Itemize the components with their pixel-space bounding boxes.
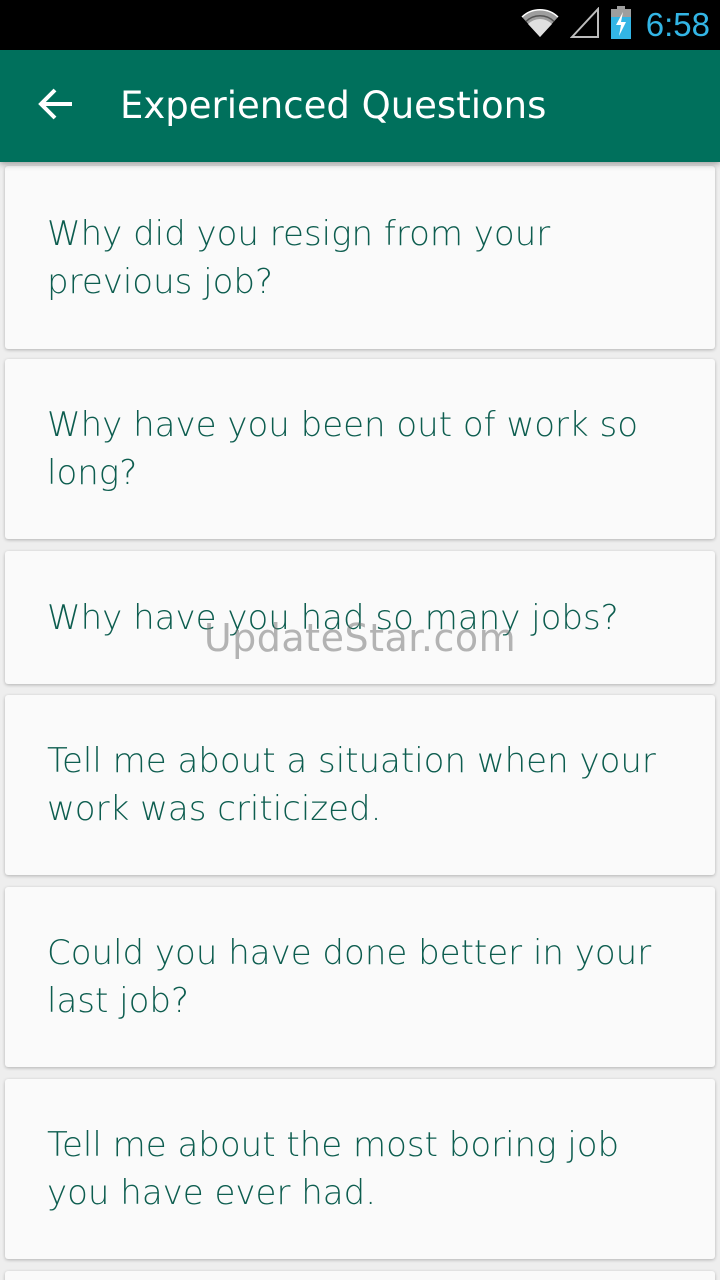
question-text: Why have you been out of work so long?	[47, 405, 639, 493]
question-card[interactable]: Why have you had so many jobs?	[5, 551, 715, 684]
question-card[interactable]: Tell me about the most boring job you ha…	[5, 1079, 715, 1259]
arrow-back-icon	[38, 86, 74, 126]
question-text: Tell me about the most boring job you ha…	[47, 1125, 620, 1213]
question-list: Why did you resign from your previous jo…	[0, 162, 720, 1280]
question-text: Tell me about a situation when your work…	[47, 741, 656, 829]
page-title: Experienced Questions	[120, 84, 547, 127]
question-text: Could you have done better in your last …	[47, 933, 652, 1021]
question-card[interactable]: Why have you been out of work so long?	[5, 359, 715, 539]
app-bar: Experienced Questions	[0, 50, 720, 162]
question-text: Why have you had so many jobs?	[47, 597, 619, 638]
question-card[interactable]: Tell me about a situation when your work…	[5, 695, 715, 875]
status-icons: 6:58	[520, 0, 710, 50]
cell-signal-icon	[569, 6, 600, 43]
status-time: 6:58	[645, 6, 710, 43]
question-text: Why did you resign from your previous jo…	[47, 213, 551, 302]
status-bar: 6:58	[0, 0, 720, 50]
back-button[interactable]	[24, 74, 88, 138]
question-card[interactable]: Why did you resign from your previous jo…	[5, 166, 715, 349]
battery-charging-icon	[610, 6, 632, 44]
wifi-icon	[520, 7, 560, 43]
question-card-partial[interactable]	[5, 1271, 715, 1280]
question-card[interactable]: Could you have done better in your last …	[5, 887, 715, 1067]
